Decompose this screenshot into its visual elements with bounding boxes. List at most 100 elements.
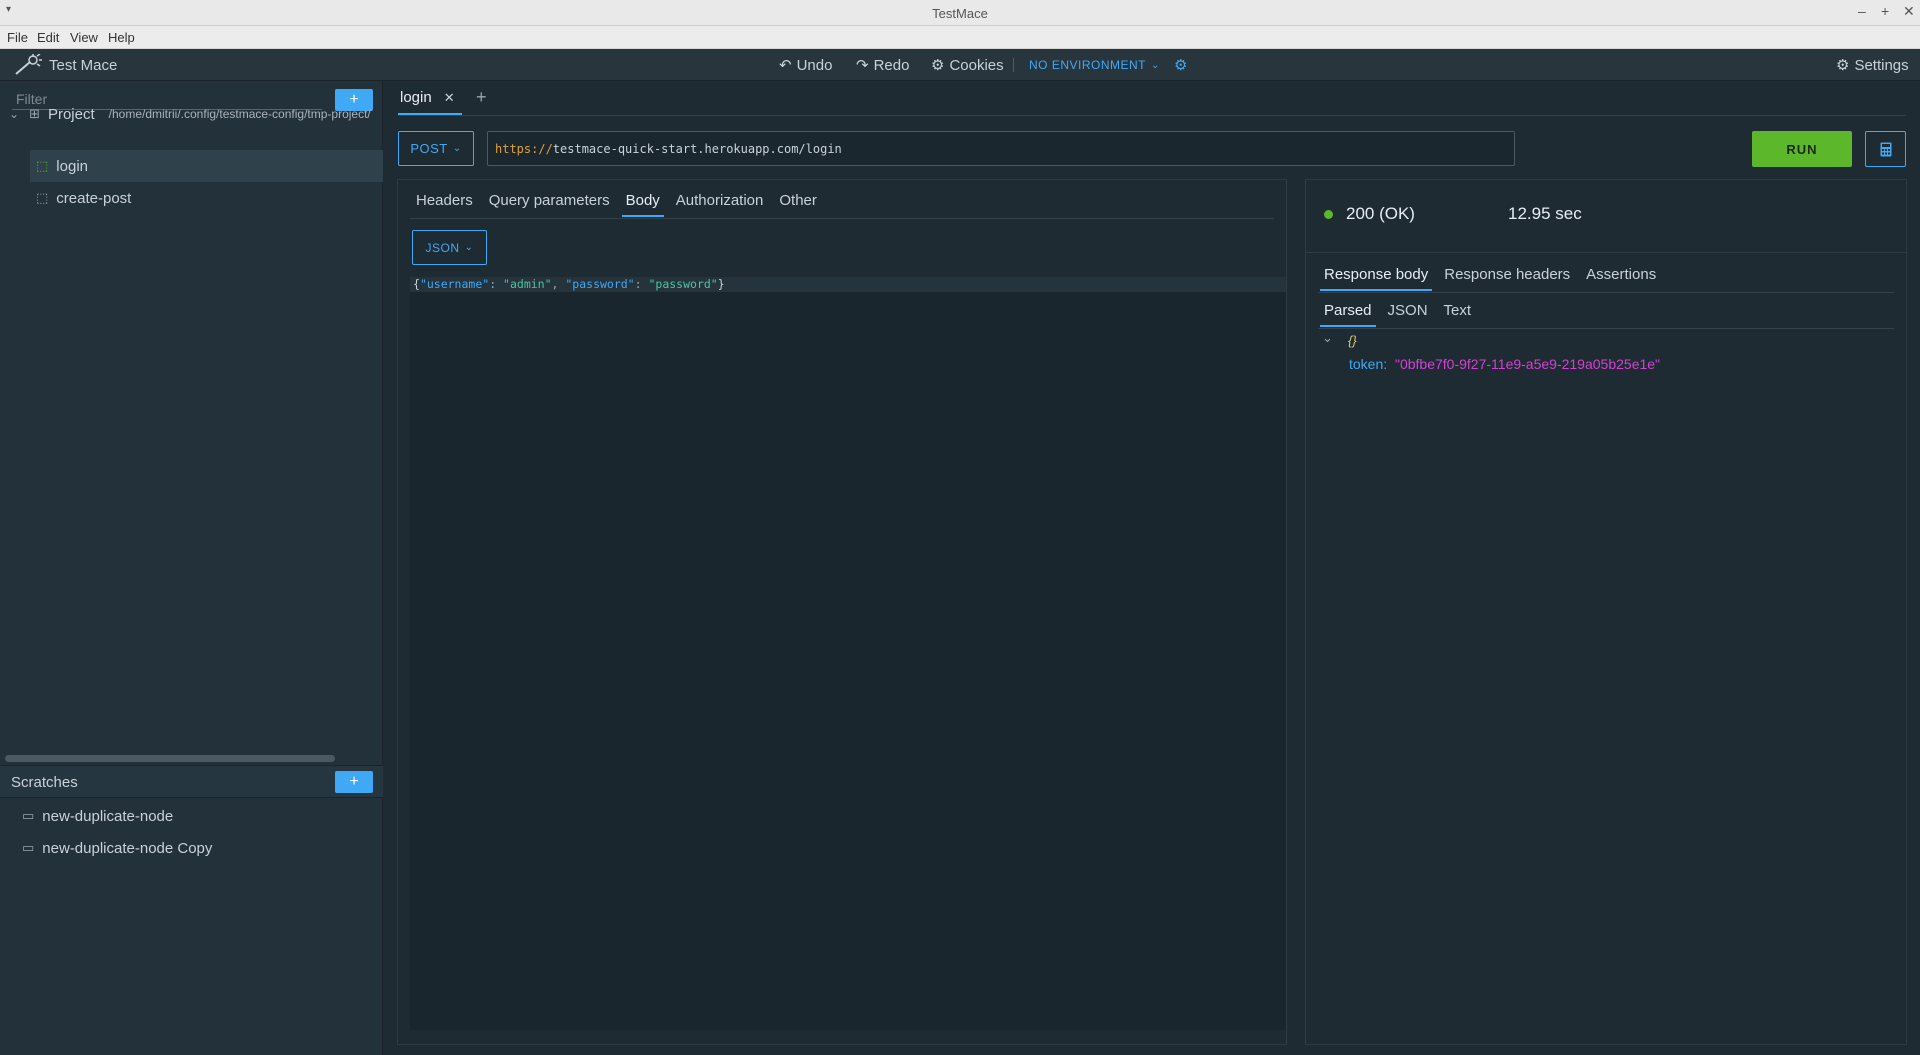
cookies-button[interactable]: ⚙ Cookies: [931, 56, 1004, 75]
redo-label: Redo: [873, 56, 910, 74]
request-icon: ⬚: [36, 190, 49, 205]
redo-icon: ↷: [856, 57, 869, 74]
tab-response-headers[interactable]: Response headers: [1444, 266, 1570, 291]
request-subtabs: Headers Query parameters Body Authorizat…: [416, 192, 817, 217]
window-title: TestMace: [932, 6, 988, 21]
tab-headers[interactable]: Headers: [416, 192, 473, 217]
environment-label: NO ENVIRONMENT: [1029, 58, 1147, 72]
body-type-select[interactable]: JSON ⌄: [412, 230, 487, 265]
json-open-brace: {: [413, 277, 420, 291]
response-subtabs: Response body Response headers Assertion…: [1319, 266, 1656, 291]
tab-body[interactable]: Body: [621, 192, 665, 217]
response-panel: 200 (OK) 12.95 sec Response body Respons…: [1305, 179, 1907, 1045]
response-time: 12.95 sec: [1508, 204, 1582, 223]
tab-login[interactable]: login ✕: [400, 89, 455, 106]
close-window-icon[interactable]: ✕: [1903, 3, 1915, 20]
body-type-label: JSON: [425, 240, 460, 255]
project-grid-icon: ⊞: [29, 106, 40, 121]
toolbar-divider: [1013, 58, 1014, 72]
json-key-password: "password": [565, 277, 635, 291]
sidebar-item-create-post[interactable]: ⬚ create-post: [30, 182, 383, 214]
settings-label: Settings: [1854, 56, 1909, 74]
mace-logo-icon: [15, 54, 42, 75]
status-code: 200 (OK): [1346, 204, 1415, 223]
format-subtabs: Parsed JSON Text: [1320, 302, 1472, 327]
menu-file[interactable]: File: [7, 30, 28, 45]
parsed-value: "0bfbe7f0-9f27-11e9-a5e9-219a05b25e1e": [1395, 356, 1661, 372]
json-close-brace: }: [717, 277, 725, 291]
project-node[interactable]: ⌄ ⊞ Project /home/dmitrii/.config/testma…: [0, 98, 383, 130]
folder-icon: ▭: [22, 808, 35, 823]
tab-other[interactable]: Other: [779, 192, 817, 217]
url-path: testmace-quick-start.herokuapp.com/login: [552, 141, 842, 156]
environment-settings-button[interactable]: ⚙: [1174, 56, 1187, 74]
method-select[interactable]: POST ⌄: [398, 131, 474, 166]
project-label: Project: [47, 105, 95, 123]
json-key-username: "username": [419, 277, 490, 291]
response-subtabs-divider: [1318, 292, 1894, 293]
minimize-icon[interactable]: –: [1858, 3, 1866, 19]
status-ok-indicator: [1324, 210, 1333, 219]
response-status-bar: 200 (OK) 12.95 sec: [1306, 180, 1906, 253]
sidebar-item-login[interactable]: ⬚ login: [30, 150, 383, 182]
run-button[interactable]: RUN: [1752, 131, 1852, 167]
app-logo: Test Mace: [14, 54, 117, 76]
add-scratch-button[interactable]: +: [335, 771, 373, 793]
collapse-chevron-icon[interactable]: ⌄: [1322, 330, 1333, 346]
sidebar-item-label: create-post: [56, 189, 132, 207]
sidebar: + ⌄ ⊞ Project /home/dmitrii/.config/test…: [0, 81, 383, 1055]
menubar: File Edit View Help: [0, 26, 1920, 49]
url-input[interactable]: https://testmace-quick-start.herokuapp.c…: [487, 131, 1515, 166]
tab-authorization[interactable]: Authorization: [676, 192, 764, 217]
chevron-down-icon: ⌄: [452, 143, 462, 154]
tab-assertions[interactable]: Assertions: [1586, 266, 1656, 291]
project-path: /home/dmitrii/.config/testmace-config/tm…: [108, 107, 371, 121]
scratch-item[interactable]: ▭ new-duplicate-node: [0, 800, 383, 832]
sidebar-horizontal-scrollbar[interactable]: [5, 755, 335, 762]
request-panel: Headers Query parameters Body Authorizat…: [397, 179, 1287, 1045]
scratches-label: Scratches: [11, 774, 78, 791]
subtabs-divider: [410, 218, 1274, 219]
chevron-down-icon: ⌄: [464, 242, 474, 253]
app-name: Test Mace: [49, 56, 118, 74]
parsed-root: {}: [1348, 333, 1357, 348]
calculator-icon: [1880, 142, 1891, 156]
redo-button[interactable]: ↷ Redo: [856, 56, 910, 75]
request-tabbar: login ✕ +: [384, 81, 1920, 116]
sidebar-item-label: login: [56, 157, 88, 175]
json-value-username: "admin": [503, 277, 552, 291]
json-value-password: "password": [648, 277, 718, 291]
settings-button[interactable]: ⚙ Settings: [1836, 56, 1909, 75]
app-toolbar: Test Mace ↶ Undo ↷ Redo ⚙ Cookies NO ENV…: [0, 49, 1920, 81]
undo-button[interactable]: ↶ Undo: [779, 56, 833, 75]
tab-json[interactable]: JSON: [1388, 302, 1428, 327]
tab-query-parameters[interactable]: Query parameters: [489, 192, 610, 217]
editor-line: {"username": "admin", "password": "passw…: [410, 277, 1286, 292]
chevron-down-icon: ⌄: [1151, 59, 1160, 71]
undo-label: Undo: [796, 56, 833, 74]
menu-view[interactable]: View: [70, 30, 98, 45]
tabbar-divider: [398, 115, 1906, 116]
close-tab-icon[interactable]: ✕: [444, 90, 455, 106]
scratches-header: Scratches +: [0, 765, 383, 798]
tab-response-body[interactable]: Response body: [1319, 266, 1433, 291]
calculator-button[interactable]: [1865, 131, 1906, 167]
tab-text[interactable]: Text: [1444, 302, 1472, 327]
body-editor[interactable]: {"username": "admin", "password": "passw…: [410, 277, 1286, 1030]
tab-label: login: [400, 89, 432, 106]
method-label: POST: [410, 141, 448, 156]
settings-gear-icon: ⚙: [1836, 57, 1850, 74]
request-icon: ⬚: [36, 158, 49, 173]
menu-help[interactable]: Help: [108, 30, 135, 45]
add-tab-button[interactable]: +: [476, 87, 487, 108]
scratch-item[interactable]: ▭ new-duplicate-node Copy: [0, 832, 383, 864]
environment-select[interactable]: NO ENVIRONMENT ⌄: [1029, 58, 1160, 72]
maximize-icon[interactable]: +: [1881, 3, 1889, 19]
scratch-item-label: new-duplicate-node Copy: [42, 839, 213, 857]
format-subtabs-divider: [1318, 328, 1894, 329]
cookies-label: Cookies: [949, 56, 1004, 74]
menu-edit[interactable]: Edit: [37, 30, 59, 45]
undo-icon: ↶: [779, 57, 792, 74]
chevron-down-icon[interactable]: ⌄: [9, 107, 19, 121]
tab-parsed[interactable]: Parsed: [1320, 302, 1376, 327]
